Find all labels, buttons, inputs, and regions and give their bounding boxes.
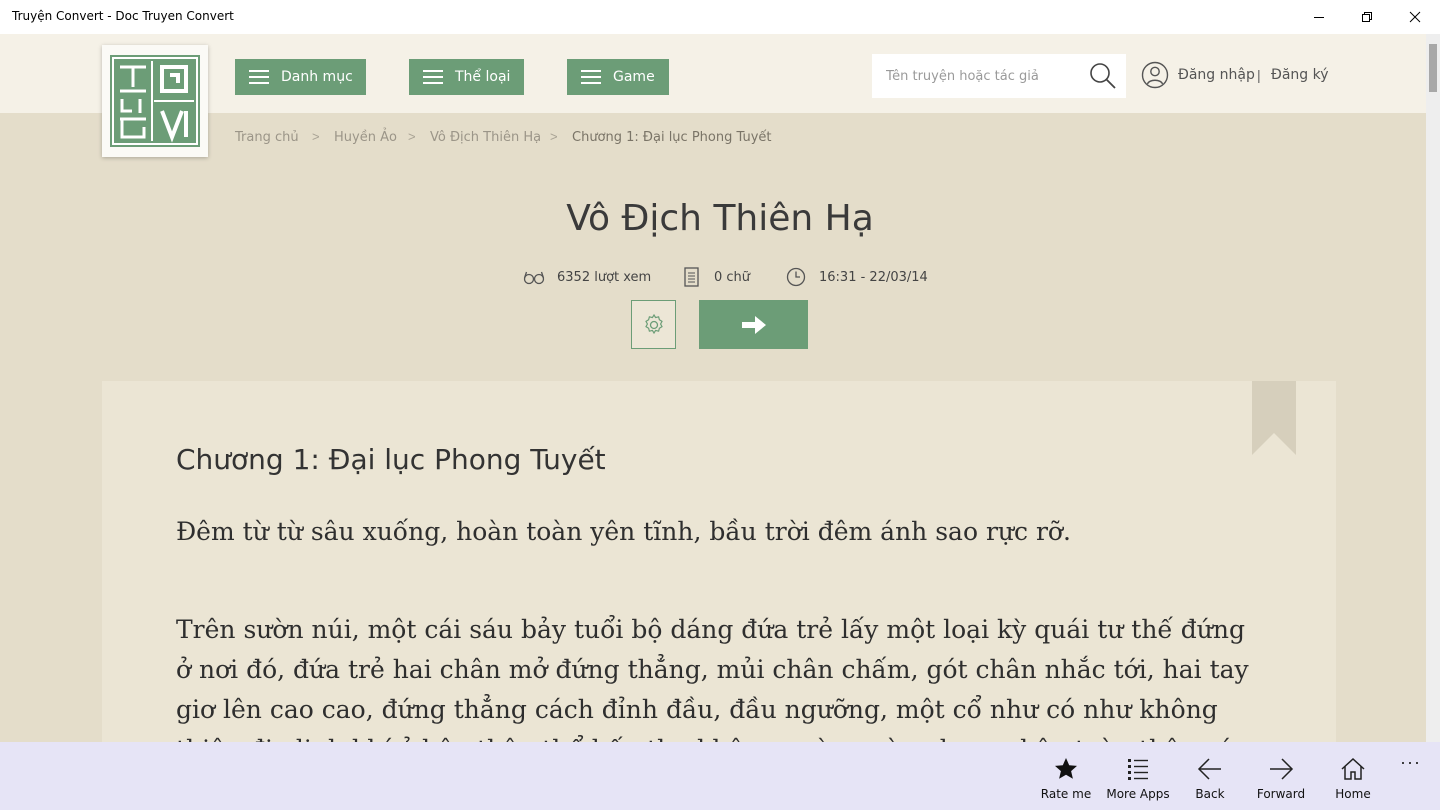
nav-the-loai-button[interactable]: Thể loại — [409, 59, 524, 95]
chapter-content: Chương 1: Đại lục Phong Tuyết Đêm từ từ … — [102, 381, 1336, 742]
minimize-icon — [1314, 17, 1324, 18]
forward-label: Forward — [1256, 787, 1306, 801]
more-apps-label: More Apps — [1106, 787, 1170, 801]
search-icon[interactable] — [1088, 61, 1118, 91]
nav-danh-muc-button[interactable]: Danh mục — [235, 59, 366, 95]
site-logo[interactable] — [102, 45, 208, 157]
restore-icon — [1362, 12, 1372, 22]
breadcrumb-separator: > — [312, 129, 320, 144]
chapter-title: Chương 1: Đại lục Phong Tuyết — [176, 443, 606, 476]
bookmark-icon[interactable] — [1252, 381, 1296, 455]
hamburger-icon — [581, 70, 601, 84]
hamburger-icon — [423, 70, 443, 84]
register-link[interactable]: Đăng ký — [1271, 67, 1329, 83]
chapter-paragraph: Trên sườn núi, một cái sáu bảy tuổi bộ d… — [176, 615, 1249, 742]
updated-time: 16:31 - 22/03/14 — [819, 270, 928, 285]
arrow-right-icon — [1270, 758, 1294, 780]
document-icon — [684, 267, 699, 287]
search-box — [872, 54, 1126, 98]
glasses-icon — [523, 271, 545, 285]
breadcrumb-separator: > — [550, 129, 558, 144]
login-separator: | — [1257, 67, 1261, 83]
home-button[interactable]: Home — [1318, 742, 1388, 810]
forward-button[interactable]: Forward — [1246, 742, 1316, 810]
minimize-button[interactable] — [1296, 0, 1342, 34]
nav-label: Thể loại — [455, 69, 511, 85]
arrow-left-icon — [1197, 758, 1221, 780]
rate-me-button[interactable]: Rate me — [1031, 742, 1101, 810]
home-icon — [1341, 757, 1365, 780]
breadcrumb-chapter: Chương 1: Đại lục Phong Tuyết — [572, 130, 772, 145]
clock-icon — [786, 267, 806, 287]
breadcrumb-category[interactable]: Huyền Ảo — [334, 130, 397, 145]
back-label: Back — [1195, 787, 1225, 801]
app-bar: Rate me More Apps Back Forward Home — [0, 742, 1440, 810]
window-title: Truyện Convert - Doc Truyen Convert — [12, 9, 234, 23]
home-label: Home — [1335, 787, 1371, 801]
hamburger-icon — [249, 70, 269, 84]
book-title: Vô Địch Thiên Hạ — [566, 198, 874, 239]
rate-me-label: Rate me — [1040, 787, 1092, 801]
logo-icon — [110, 55, 200, 147]
arrow-right-icon — [741, 315, 766, 334]
search-input[interactable] — [872, 54, 1082, 98]
close-icon — [1409, 11, 1421, 23]
close-button[interactable] — [1392, 0, 1438, 34]
next-chapter-button[interactable] — [699, 300, 808, 349]
more-options-button[interactable]: ··· — [1400, 752, 1421, 773]
breadcrumb-separator: > — [408, 129, 416, 144]
back-button[interactable]: Back — [1175, 742, 1245, 810]
gear-icon — [644, 313, 663, 334]
window-titlebar: Truyện Convert - Doc Truyen Convert — [0, 0, 1440, 34]
login-link[interactable]: Đăng nhập — [1178, 67, 1255, 83]
more-apps-button[interactable]: More Apps — [1103, 742, 1173, 810]
star-icon — [1055, 758, 1077, 779]
restore-button[interactable] — [1344, 0, 1390, 34]
word-count: 0 chữ — [714, 270, 751, 285]
list-icon — [1128, 759, 1148, 780]
chapter-paragraph: Đêm từ từ sâu xuống, hoàn toàn yên tĩnh,… — [176, 517, 1071, 546]
breadcrumb-book[interactable]: Vô Địch Thiên Hạ — [430, 130, 541, 145]
reader-settings-button[interactable] — [631, 300, 676, 349]
breadcrumb-home[interactable]: Trang chủ — [235, 130, 299, 145]
nav-label: Game — [613, 69, 655, 85]
nav-label: Danh mục — [281, 69, 353, 85]
scrollbar-thumb[interactable] — [1429, 44, 1437, 92]
user-icon[interactable] — [1141, 61, 1169, 89]
nav-game-button[interactable]: Game — [567, 59, 669, 95]
vertical-scrollbar[interactable] — [1426, 34, 1440, 742]
view-count: 6352 lượt xem — [557, 270, 652, 285]
